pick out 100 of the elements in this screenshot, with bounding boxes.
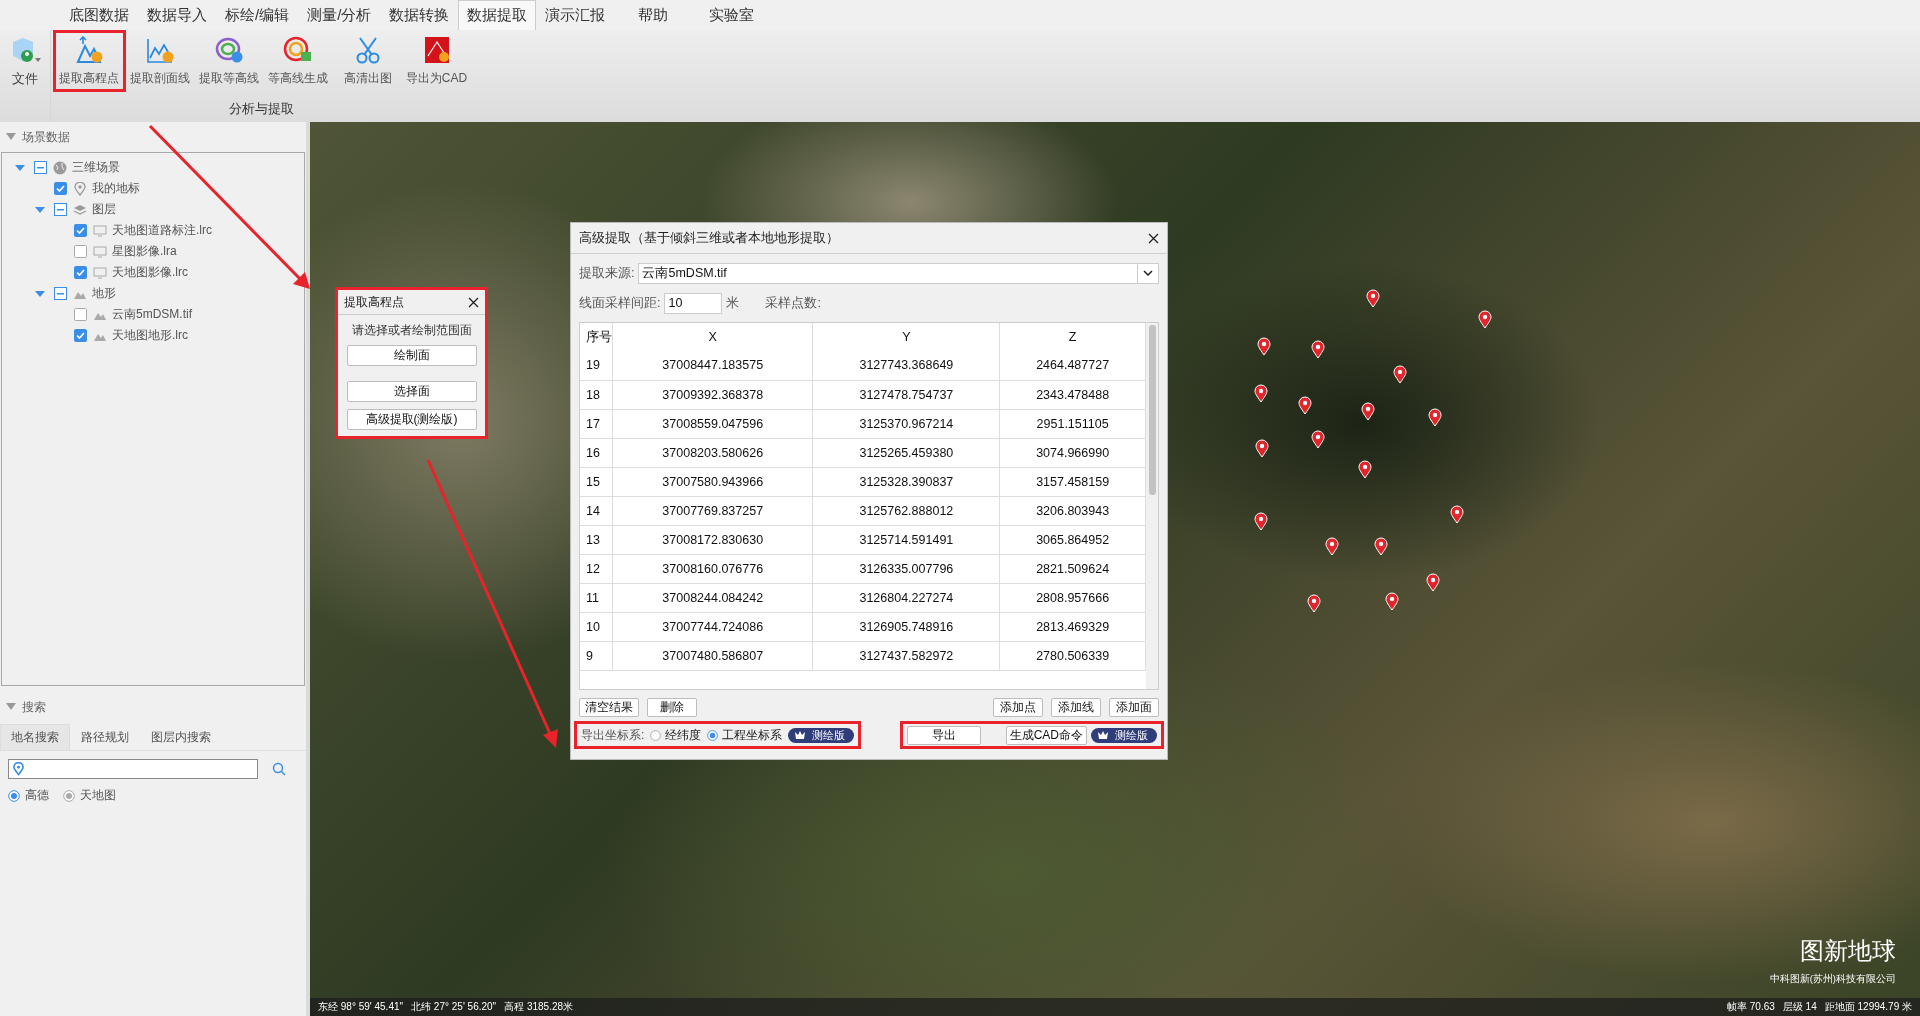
- ribbon-tab[interactable]: 测量/分析: [298, 0, 381, 30]
- table-cell: 3125265.459380: [813, 438, 1000, 467]
- map-pin-icon[interactable]: [1311, 340, 1325, 359]
- checked-checkbox[interactable]: [73, 329, 87, 342]
- expanded-triangle-icon[interactable]: [14, 162, 26, 173]
- ribbon-tab[interactable]: 标绘/编辑: [216, 0, 299, 30]
- map-pin-icon[interactable]: [1385, 592, 1399, 611]
- map-pin-icon[interactable]: [1393, 365, 1407, 384]
- map-pin-icon[interactable]: [1257, 337, 1271, 356]
- status-text: 距地面 12994.79 米: [1824, 1000, 1912, 1014]
- table-cell: 2464.487727: [999, 351, 1146, 380]
- ribbon-tab[interactable]: 数据导入: [138, 0, 216, 30]
- map-pin-icon[interactable]: [1478, 310, 1492, 329]
- radio-label[interactable]: 经纬度: [665, 726, 702, 744]
- map-pin-icon[interactable]: [1307, 594, 1321, 613]
- ribbon-button[interactable]: 等高线生成: [264, 30, 333, 92]
- unchecked-checkbox[interactable]: [73, 245, 87, 258]
- spacing-input[interactable]: 10: [664, 292, 723, 314]
- ribbon-button[interactable]: 导出为CAD: [402, 30, 472, 92]
- map-pin-icon[interactable]: [1311, 430, 1325, 449]
- add-button[interactable]: 添加线: [1051, 698, 1101, 717]
- action-button[interactable]: 清空结果: [579, 698, 639, 717]
- tree-item-label[interactable]: 天地图影像.lrc: [112, 264, 188, 281]
- table-cell: 2343.478488: [999, 380, 1146, 409]
- cad-command-button[interactable]: 生成CAD命令: [1005, 725, 1087, 745]
- close-icon[interactable]: [1148, 232, 1159, 244]
- search-tab[interactable]: 地名搜索: [0, 724, 70, 750]
- source-dropdown[interactable]: 云南5mDSM.tif: [638, 262, 1159, 284]
- unchecked-checkbox[interactable]: [73, 308, 87, 321]
- tree-item-label[interactable]: 地形: [92, 285, 116, 302]
- ribbon-button[interactable]: 高清出图: [333, 30, 402, 92]
- crown-icon: [1097, 730, 1109, 740]
- map-pin-icon[interactable]: [1358, 460, 1372, 479]
- add-button[interactable]: 添加点: [993, 698, 1043, 717]
- file-button[interactable]: 文件: [0, 30, 50, 122]
- column-header: 序号: [580, 323, 613, 351]
- close-icon[interactable]: [468, 296, 479, 308]
- tree-item-label[interactable]: 天地图道路标注.lrc: [112, 222, 212, 239]
- radio-label[interactable]: 工程坐标系: [722, 726, 783, 744]
- ribbon-tab[interactable]: 帮助: [614, 0, 693, 30]
- export-button[interactable]: 导出: [907, 725, 981, 745]
- map-pin-icon[interactable]: [1361, 402, 1375, 421]
- map-pin-icon[interactable]: [1426, 573, 1440, 592]
- action-button[interactable]: 删除: [647, 698, 697, 717]
- action-button[interactable]: 选择面: [346, 381, 477, 402]
- map-pin-icon[interactable]: [1366, 289, 1380, 308]
- radio-label[interactable]: 高德: [25, 787, 49, 804]
- tree-item-label[interactable]: 云南5mDSM.tif: [112, 306, 192, 323]
- radio-button[interactable]: [8, 789, 20, 802]
- expanded-triangle-icon[interactable]: [34, 204, 46, 215]
- table-cell: 3127743.368649: [813, 351, 1000, 380]
- radio-button[interactable]: [63, 789, 75, 802]
- tree-item-label[interactable]: 星图影像.lra: [112, 243, 177, 260]
- checked-checkbox[interactable]: [53, 182, 67, 195]
- chevron-down-icon: [1143, 270, 1153, 276]
- tristate-checkbox-icon[interactable]: [53, 203, 67, 216]
- checked-checkbox[interactable]: [73, 224, 87, 237]
- map-pin-icon[interactable]: [1254, 384, 1268, 403]
- radio-button[interactable]: [650, 729, 662, 741]
- search-tab[interactable]: 路径规划: [70, 724, 140, 750]
- tree-item-label[interactable]: 天地图地形.lrc: [112, 327, 188, 344]
- ribbon-tab[interactable]: 实验室: [692, 0, 771, 30]
- monitor-icon: [93, 266, 107, 279]
- action-button[interactable]: 高级提取(测绘版): [346, 409, 477, 430]
- tristate-checkbox-icon[interactable]: [33, 161, 47, 174]
- tristate-checkbox-icon[interactable]: [53, 287, 67, 300]
- map-pin-icon[interactable]: [1428, 408, 1442, 427]
- tree-item-label[interactable]: 三维场景: [72, 159, 120, 176]
- table-cell: 37008172.830630: [612, 525, 813, 554]
- map-pin-icon[interactable]: [1450, 505, 1464, 524]
- search-tab[interactable]: 图层内搜索: [140, 724, 222, 750]
- map-pin-icon[interactable]: [1325, 537, 1339, 556]
- search-field[interactable]: [8, 759, 258, 779]
- table-cell: 37007580.943966: [612, 467, 813, 496]
- radio-button[interactable]: [707, 729, 719, 741]
- checked-checkbox[interactable]: [73, 266, 87, 279]
- table-cell: 3065.864952: [999, 525, 1146, 554]
- table-cell: 37008559.047596: [612, 409, 813, 438]
- map-pin-icon[interactable]: [1254, 512, 1268, 531]
- mountain-elevation-icon: [74, 35, 105, 64]
- radio-label[interactable]: 天地图: [80, 787, 116, 804]
- scrollbar-thumb[interactable]: [1148, 325, 1156, 495]
- expanded-triangle-icon[interactable]: [34, 288, 46, 299]
- ribbon-tab[interactable]: 底图数据: [60, 0, 138, 30]
- add-button[interactable]: 添加面: [1109, 698, 1159, 717]
- ribbon-tab[interactable]: 演示汇报: [536, 0, 615, 30]
- search-icon[interactable]: [272, 762, 286, 776]
- tree-item-label[interactable]: 图层: [92, 201, 116, 218]
- map-pin-icon[interactable]: [1298, 396, 1312, 415]
- status-text: 层级 14: [1782, 1000, 1817, 1014]
- action-button[interactable]: 绘制面: [346, 345, 477, 366]
- tree-item-label[interactable]: 我的地标: [92, 180, 140, 197]
- map-pin-icon[interactable]: [1374, 537, 1388, 556]
- ribbon-button[interactable]: 提取等高线: [194, 30, 264, 92]
- table-cell: 2821.509624: [999, 554, 1146, 583]
- ribbon-button[interactable]: 提取高程点: [53, 30, 126, 92]
- ribbon-tab[interactable]: 数据提取: [458, 0, 537, 30]
- ribbon-button[interactable]: 提取剖面线: [125, 30, 195, 92]
- ribbon-tab[interactable]: 数据转换: [380, 0, 459, 30]
- map-pin-icon[interactable]: [1255, 439, 1269, 458]
